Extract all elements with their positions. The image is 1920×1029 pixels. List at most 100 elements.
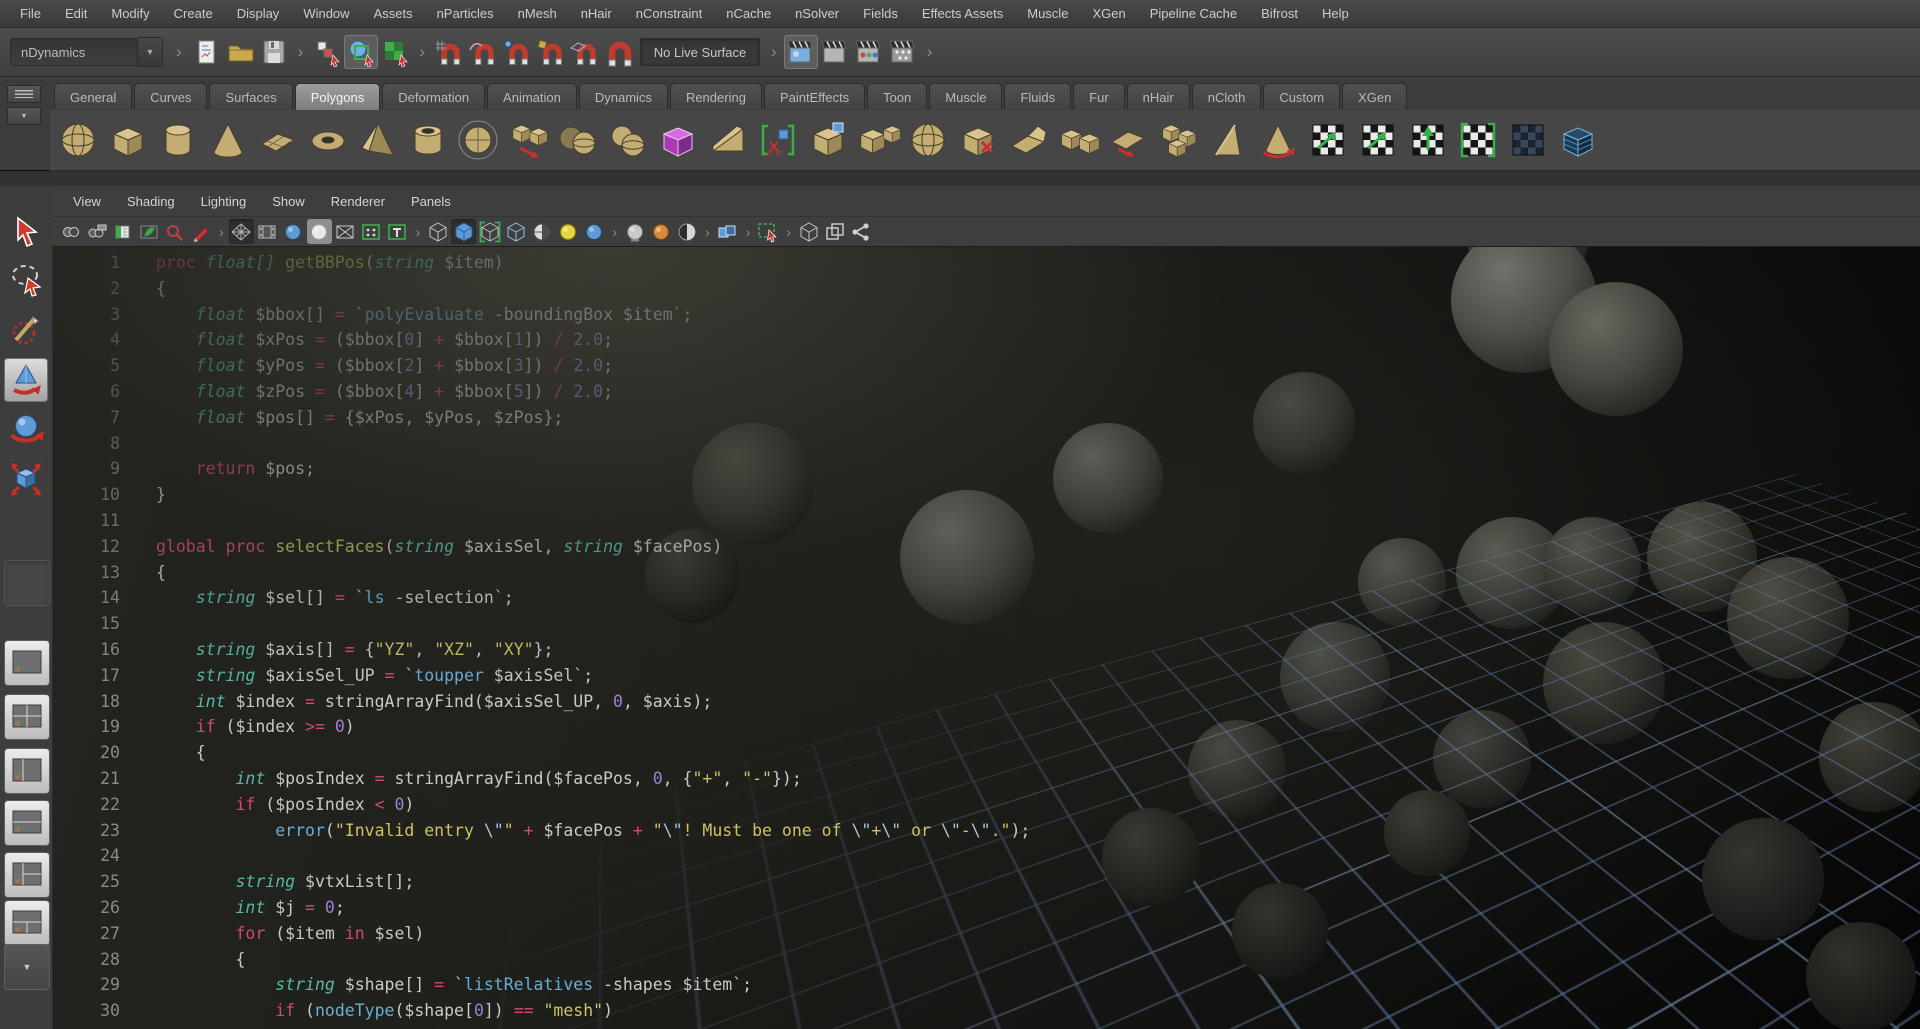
bridge-icon[interactable] [1056, 118, 1100, 162]
camera-attributes-icon[interactable] [84, 219, 109, 244]
menu-nconstraint[interactable]: nConstraint [624, 6, 714, 21]
shelf-tab-custom[interactable]: Custom [1263, 83, 1340, 110]
textured-icon[interactable] [503, 219, 528, 244]
menu-xgen[interactable]: XGen [1080, 6, 1137, 21]
shelf-tab-dynamics[interactable]: Dynamics [579, 83, 668, 110]
extrude-icon[interactable] [1106, 118, 1150, 162]
grid-icon[interactable] [229, 219, 254, 244]
field-chart-icon[interactable] [333, 219, 358, 244]
exposure-icon[interactable] [674, 219, 699, 244]
safe-action-icon[interactable] [359, 219, 384, 244]
select-tool[interactable] [4, 210, 48, 254]
snap-grid-icon[interactable] [432, 35, 466, 69]
move-tool[interactable] [4, 358, 48, 402]
shelf-tab-general[interactable]: General [54, 83, 132, 110]
poly-torus-icon[interactable] [306, 118, 350, 162]
select-camera-icon[interactable] [58, 219, 83, 244]
lasso-tool[interactable] [4, 258, 48, 302]
snap-curve-icon[interactable] [466, 35, 500, 69]
smooth-shade-icon[interactable] [451, 219, 476, 244]
menu-nmesh[interactable]: nMesh [506, 6, 569, 21]
paint-select-tool[interactable] [4, 306, 48, 350]
poly-cylinder-icon[interactable] [156, 118, 200, 162]
menuset-dropdown-arrow-icon[interactable]: ▼ [138, 37, 163, 67]
panel-menu-show[interactable]: Show [259, 194, 318, 209]
panel-menu-shading[interactable]: Shading [114, 194, 188, 209]
layer-view-icon[interactable] [822, 219, 847, 244]
menu-nsolver[interactable]: nSolver [783, 6, 851, 21]
shelf-arrow-button[interactable]: ▼ [7, 107, 41, 125]
shelf-menu-button[interactable] [7, 85, 41, 103]
shelf-tab-painteffects[interactable]: PaintEffects [764, 83, 865, 110]
layout-more-arrow[interactable]: ▼ [4, 944, 50, 990]
panel-menu-lighting[interactable]: Lighting [188, 194, 260, 209]
panel-menu-view[interactable]: View [60, 194, 114, 209]
safe-title-icon[interactable] [385, 219, 410, 244]
shelf-tab-surfaces[interactable]: Surfaces [209, 83, 292, 110]
shelf-tab-polygons[interactable]: Polygons [295, 83, 380, 110]
viewport[interactable]: 1proc float[] getBBPos(string $item)2{3 … [52, 246, 1920, 1029]
shelf-tab-animation[interactable]: Animation [487, 83, 577, 110]
last-tool-slot[interactable] [4, 560, 50, 606]
rotate-tool[interactable] [4, 408, 48, 452]
live-surface-field[interactable]: No Live Surface [640, 38, 760, 66]
layout-persp-graph[interactable] [4, 800, 50, 846]
isolate-select-icon[interactable] [755, 219, 780, 244]
menu-ncache[interactable]: nCache [714, 6, 783, 21]
scale-tool[interactable] [4, 456, 48, 500]
layout-persp-outliner-graph[interactable] [4, 900, 50, 946]
gate-mask-icon[interactable] [307, 219, 332, 244]
uv-checker-forward-icon[interactable] [1306, 118, 1350, 162]
uv-checker-bracket-icon[interactable] [1456, 118, 1500, 162]
scene-view-icon[interactable] [796, 219, 821, 244]
occlusion-icon[interactable] [622, 219, 647, 244]
open-scene-icon[interactable] [223, 35, 257, 69]
separate-icon[interactable] [556, 118, 600, 162]
shadows-icon[interactable] [581, 219, 606, 244]
lighting-icon[interactable] [555, 219, 580, 244]
poly-pipe-icon[interactable] [406, 118, 450, 162]
motion-blur-icon[interactable] [648, 219, 673, 244]
menu-display[interactable]: Display [225, 6, 292, 21]
poly-cube-icon[interactable] [106, 118, 150, 162]
layout-single-pane[interactable] [4, 640, 50, 686]
shelf-tab-nhair[interactable]: nHair [1127, 83, 1190, 110]
wireframe-on-shaded-icon[interactable] [477, 219, 502, 244]
menu-edit[interactable]: Edit [53, 6, 99, 21]
menu-assets[interactable]: Assets [362, 6, 425, 21]
sculpt-sphere-icon[interactable] [906, 118, 950, 162]
multisample-icon[interactable] [715, 219, 740, 244]
poly-plane-icon[interactable] [256, 118, 300, 162]
grease-pencil-icon[interactable] [188, 219, 213, 244]
image-plane-icon[interactable] [136, 219, 161, 244]
poly-cone-icon[interactable] [206, 118, 250, 162]
quad-draw-icon[interactable] [1206, 118, 1250, 162]
use-default-material-icon[interactable] [529, 219, 554, 244]
uv-checker-dark-icon[interactable] [1506, 118, 1550, 162]
menu-create[interactable]: Create [162, 6, 225, 21]
menu-muscle[interactable]: Muscle [1015, 6, 1080, 21]
multi-cut-icon[interactable] [756, 118, 800, 162]
uv-checker-up-icon[interactable] [1406, 118, 1450, 162]
ipr-render-icon[interactable] [852, 35, 886, 69]
menu-help[interactable]: Help [1310, 6, 1361, 21]
menuset-dropdown[interactable]: nDynamics [10, 38, 138, 66]
menu-pipeline-cache[interactable]: Pipeline Cache [1138, 6, 1249, 21]
render-current-frame-icon[interactable] [818, 35, 852, 69]
shelf-tab-toon[interactable]: Toon [867, 83, 927, 110]
panel-menu-renderer[interactable]: Renderer [318, 194, 398, 209]
menu-window[interactable]: Window [291, 6, 361, 21]
smooth-icon[interactable] [706, 118, 750, 162]
shelf-tab-ncloth[interactable]: nCloth [1192, 83, 1262, 110]
soft-select-icon[interactable] [1256, 118, 1300, 162]
layout-outliner-persp[interactable] [4, 748, 50, 794]
layout-hypershade-persp[interactable] [4, 852, 50, 898]
layout-four-pane[interactable] [4, 694, 50, 740]
wireframe-icon[interactable] [425, 219, 450, 244]
menu-bifrost[interactable]: Bifrost [1249, 6, 1310, 21]
snap-viewplane-icon[interactable] [568, 35, 602, 69]
split-mesh-icon[interactable] [856, 118, 900, 162]
merge-icon[interactable] [606, 118, 650, 162]
poly-sphere-icon[interactable] [56, 118, 100, 162]
shelf-tab-rendering[interactable]: Rendering [670, 83, 762, 110]
